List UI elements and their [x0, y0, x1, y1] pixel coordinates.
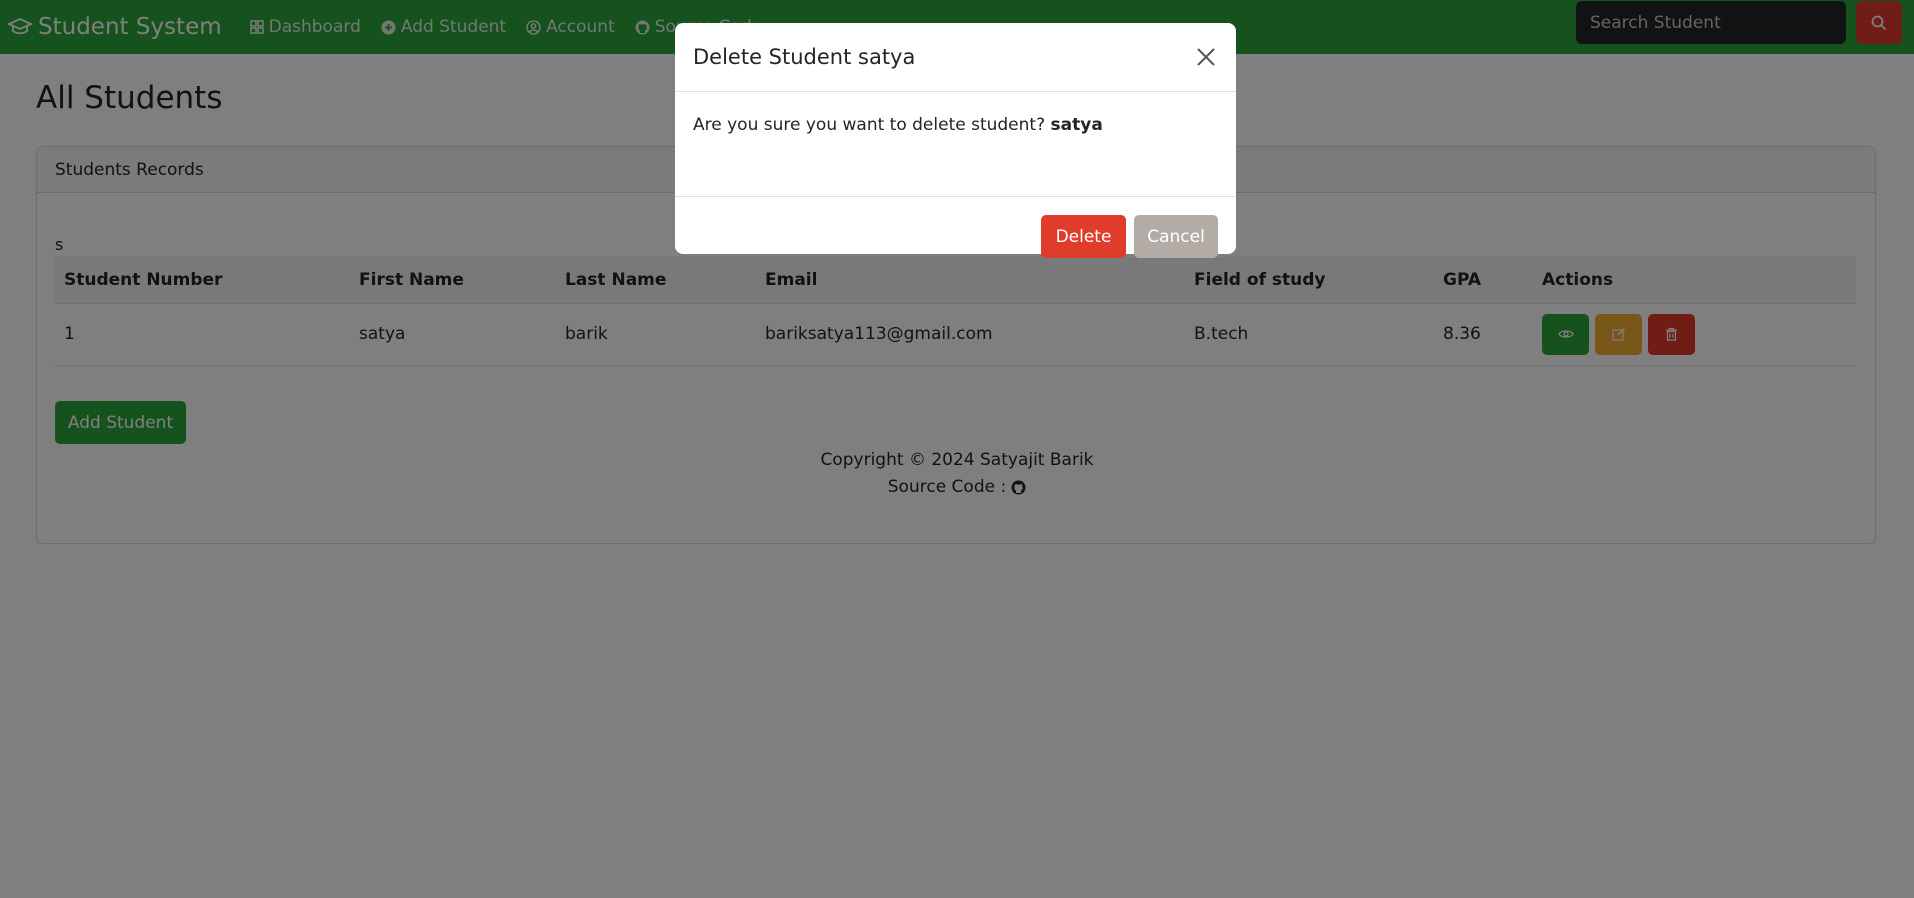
close-icon: [1197, 48, 1215, 66]
modal-body-text: Are you sure you want to delete student?: [693, 115, 1046, 135]
close-button[interactable]: [1192, 43, 1220, 71]
modal-header: Delete Student satya: [675, 23, 1236, 92]
confirm-delete-button[interactable]: Delete: [1041, 215, 1126, 258]
cancel-button[interactable]: Cancel: [1134, 215, 1218, 258]
modal-body: Are you sure you want to delete student?…: [675, 92, 1236, 197]
delete-modal: Delete Student satya Are you sure you wa…: [675, 23, 1236, 258]
modal-footer: Delete Cancel: [675, 197, 1236, 258]
modal-title: Delete Student satya: [693, 45, 916, 69]
modal-body-name: satya: [1050, 115, 1103, 135]
